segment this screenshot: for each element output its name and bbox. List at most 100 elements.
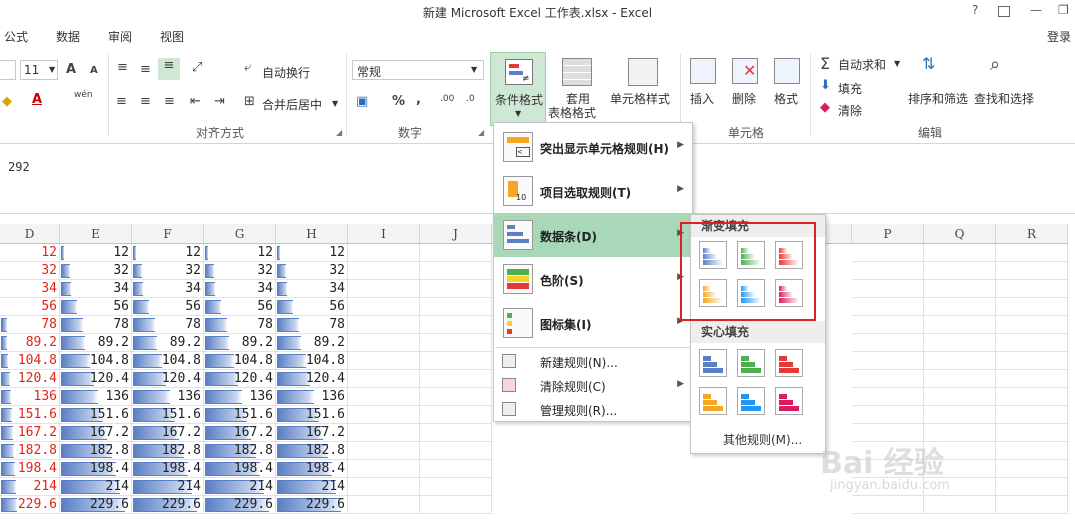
menu-item-color-scales[interactable]: 色阶(S) ▶ [494,257,692,301]
grid-cell[interactable] [348,262,420,280]
chevron-down-icon[interactable]: ▼ [332,99,338,108]
grid-cell[interactable] [420,334,492,352]
column-header-p[interactable]: P [852,224,924,244]
align-right-icon[interactable]: ≡ [164,94,175,109]
grid-cell[interactable]: 120.4 [60,370,132,388]
menu-item-manage-rules[interactable]: 管理规则(R)... [494,397,692,421]
sort-filter-button[interactable]: 排序和筛选 [908,90,968,107]
grid-cell[interactable] [924,334,996,352]
chevron-down-icon[interactable]: ▼ [894,59,900,68]
grid-cell[interactable]: 32 [60,262,132,280]
grid-cell[interactable] [420,388,492,406]
grid-cell[interactable]: 12 [276,244,348,262]
grid-cell[interactable] [996,460,1068,478]
grid-cell[interactable]: 151.6 [204,406,276,424]
grid-cell[interactable] [996,316,1068,334]
font-size-box[interactable]: 11 ▼ [20,60,58,80]
grid-cell[interactable] [348,406,420,424]
grid-cell[interactable]: 78 [0,316,60,334]
grid-cell[interactable] [996,478,1068,496]
grid-cell[interactable] [348,298,420,316]
grid-cell[interactable] [924,370,996,388]
grid-cell[interactable] [924,352,996,370]
grid-cell[interactable] [996,298,1068,316]
grid-cell[interactable] [996,424,1068,442]
grid-cell[interactable] [996,280,1068,298]
solid-databar-swatch-3[interactable] [775,349,803,377]
grid-cell[interactable] [420,424,492,442]
grid-cell[interactable] [348,388,420,406]
comma-icon[interactable]: , [416,92,421,107]
grid-cell[interactable] [996,388,1068,406]
grid-cell[interactable]: 78 [60,316,132,334]
column-header-j[interactable]: J [420,224,492,244]
menu-item-data-bars[interactable]: 数据条(D) ▶ [494,213,692,257]
minimize-button[interactable]: — [1030,3,1042,17]
grid-cell[interactable]: 34 [204,280,276,298]
font-color-icon[interactable]: A [32,92,42,107]
grid-cell[interactable]: 120.4 [276,370,348,388]
grid-cell[interactable]: 229.6 [60,496,132,514]
percent-icon[interactable]: % [392,94,405,109]
grid-cell[interactable] [420,298,492,316]
align-center-icon[interactable]: ≡ [140,94,151,109]
orientation-icon[interactable]: ⤢ [192,60,202,75]
grid-cell[interactable]: 151.6 [0,406,60,424]
clear-button[interactable]: 清除 [838,102,862,119]
column-header-i[interactable]: I [348,224,420,244]
grid-cell[interactable] [924,262,996,280]
grid-cell[interactable]: 136 [132,388,204,406]
tab-view[interactable]: 视图 [160,28,184,45]
grid-cell[interactable]: 214 [276,478,348,496]
phonetic-icon[interactable]: wén [74,90,93,100]
column-header-q[interactable]: Q [924,224,996,244]
help-button[interactable]: ? [972,3,978,17]
grid-cell[interactable]: 32 [132,262,204,280]
grid-cell[interactable] [420,478,492,496]
merge-center-button[interactable]: 合并后居中 [262,96,322,113]
login-link[interactable]: 登录 [1047,28,1071,45]
menu-item-new-rule[interactable]: 新建规则(N)... [494,349,692,373]
decrease-indent-icon[interactable]: ⇤ [190,94,201,109]
grid-cell[interactable]: 198.4 [204,460,276,478]
column-header-f[interactable]: F [132,224,204,244]
menu-item-top-bottom-rules[interactable]: 10 项目选取规则(T) ▶ [494,169,692,213]
grid-cell[interactable]: 198.4 [132,460,204,478]
grid-cell[interactable]: 89.2 [60,334,132,352]
grid-cell[interactable] [996,406,1068,424]
tab-formulas[interactable]: 公式 [4,28,28,45]
grid-cell[interactable] [852,334,924,352]
column-header-d[interactable]: D [0,224,60,244]
grid-cell[interactable] [348,316,420,334]
conditional-format-button[interactable]: ≠ 条件格式 ▼ [490,52,546,126]
grid-cell[interactable] [852,298,924,316]
grid-cell[interactable] [852,352,924,370]
grid-cell[interactable] [924,244,996,262]
insert-button[interactable]: 插入 [690,90,714,107]
table-format-label-2[interactable]: 表格格式 [548,104,596,121]
tab-review[interactable]: 审阅 [108,28,132,45]
grid-cell[interactable] [348,352,420,370]
font-name-box[interactable] [0,60,16,80]
column-header-r[interactable]: R [996,224,1068,244]
grid-cell[interactable] [852,370,924,388]
delete-button[interactable]: 删除 [732,90,756,107]
column-header-h[interactable]: H [276,224,348,244]
grid-cell[interactable]: 78 [276,316,348,334]
grid-cell[interactable]: 56 [132,298,204,316]
column-header-g[interactable]: G [204,224,276,244]
wrap-text-button[interactable]: 自动换行 [262,64,310,81]
align-middle-icon[interactable]: ≡ [140,62,151,77]
menu-item-icon-sets[interactable]: 图标集(I) ▶ [494,301,692,345]
solid-databar-swatch-4[interactable] [699,387,727,415]
dialog-launcher-icon[interactable]: ◢ [478,128,484,137]
grid-cell[interactable]: 182.8 [276,442,348,460]
grid-cell[interactable] [924,298,996,316]
grid-cell[interactable]: 182.8 [204,442,276,460]
grid-cell[interactable] [348,478,420,496]
grid-cell[interactable]: 214 [60,478,132,496]
font-grow-icon[interactable]: A [66,62,76,77]
tab-data[interactable]: 数据 [56,28,80,45]
grid-cell[interactable] [852,244,924,262]
find-select-button[interactable]: 查找和选择 [974,90,1034,107]
